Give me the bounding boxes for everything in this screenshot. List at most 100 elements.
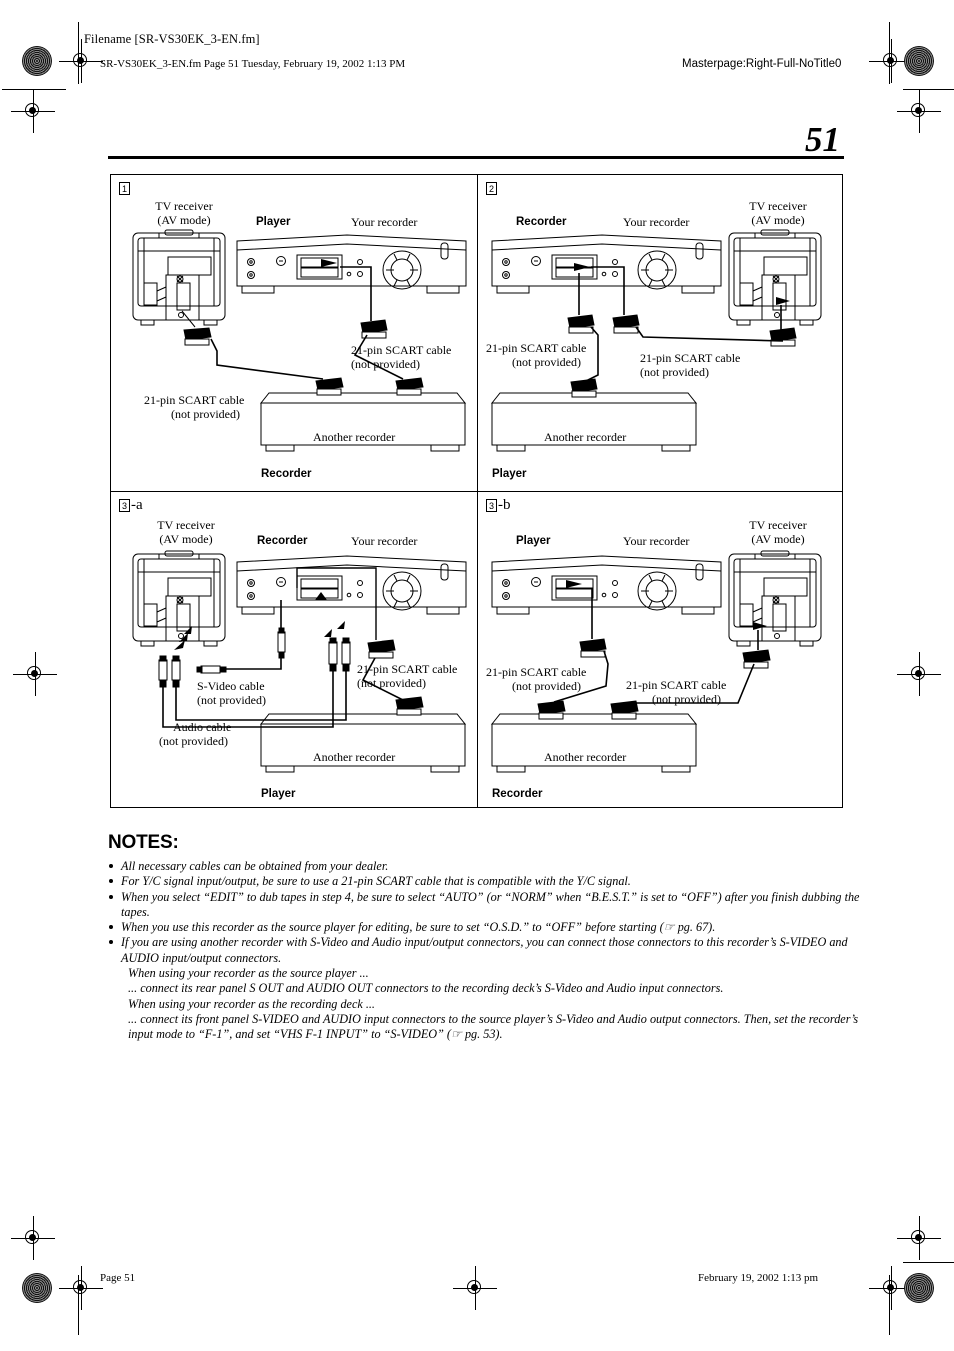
registration-mark-bottom-right — [869, 1266, 913, 1310]
panel-3b-cable-a-line1: 21-pin SCART cable — [486, 665, 587, 679]
panel-3b-cable-b-line2: (not provided) — [652, 692, 721, 706]
panel-1-cable-a-line1: 21-pin SCART cable — [144, 393, 245, 407]
panel-3a-cable-c-line2: (not provided) — [159, 734, 228, 748]
panel-1: 1 TV receiver (AV mode) Player Your reco… — [111, 175, 477, 491]
bullet-icon — [109, 879, 113, 884]
panel-1-cable-a-line2: (not provided) — [171, 407, 240, 421]
panel-1-cable-b-line2: (not provided) — [351, 357, 420, 371]
registration-mark-middle-left — [13, 652, 57, 696]
note-subtext: ... connect its rear panel S OUT and AUD… — [128, 981, 724, 996]
bullet-icon — [109, 894, 113, 899]
panel-2-cable-b-line2: (not provided) — [640, 365, 709, 379]
panel-3a-bottom-role-label: Player — [261, 788, 296, 800]
panel-3a: 3 -a TV receiver (AV mode) Recorder Your… — [111, 492, 477, 808]
vcr-front-panel-2 — [491, 234, 722, 294]
vcr-front-panel-3b — [491, 555, 722, 615]
tv-receiver-rear-3b — [728, 550, 822, 647]
tv-receiver-rear-2 — [728, 229, 822, 326]
notes-heading: NOTES: — [108, 832, 179, 853]
panel-2-artwork — [490, 229, 822, 452]
filename-label: Filename [SR-VS30EK_3-EN.fm] — [84, 32, 260, 46]
panel-2: 2 Recorder Your recorder TV receiver (AV… — [478, 175, 842, 491]
panel-3a-artwork — [132, 550, 467, 773]
crop-rule-bottom-right — [903, 1262, 954, 1263]
panel-2-cable-b-line1: 21-pin SCART cable — [640, 351, 741, 365]
note-item: If you are using another recorder with S… — [108, 935, 868, 1042]
rca-plug-3a-2 — [171, 655, 181, 688]
panel-3a-cable-b-line2: (not provided) — [357, 676, 426, 690]
panel-3b-artwork — [490, 550, 822, 773]
bullet-icon — [109, 925, 113, 930]
density-patch-bottom-right — [904, 1273, 934, 1303]
scart-plug-1b — [360, 319, 388, 339]
note-text: When you select “EDIT” to dub tapes in s… — [121, 889, 860, 919]
scart-plug-3b-d — [742, 649, 771, 669]
crop-rule-top-right — [903, 89, 954, 90]
panel-2-cable-a-line1: 21-pin SCART cable — [486, 341, 587, 355]
tv-receiver-rear-3a — [132, 550, 226, 647]
panel-1-another-recorder-label: Another recorder — [313, 430, 396, 444]
file-path-label: SR-VS30EK_3-EN.fm Page 51 Tuesday, Febru… — [100, 58, 406, 70]
panel-3b: 3 -b Player Your recorder TV receiver (A… — [478, 492, 842, 808]
note-text: If you are using another recorder with S… — [121, 935, 848, 965]
panel-2-bottom-role-label: Player — [492, 468, 527, 480]
density-patch-top-right — [904, 46, 934, 76]
note-item: All necessary cables can be obtained fro… — [108, 859, 868, 874]
note-subtext: When using your recorder as the source p… — [128, 966, 369, 981]
note-item: When you use this recorder as the source… — [108, 920, 868, 935]
note-text: All necessary cables can be obtained fro… — [121, 859, 389, 873]
scart-plug-2b — [612, 314, 640, 334]
scart-plug-2d — [769, 327, 797, 347]
note-text: For Y/C signal input/output, be sure to … — [121, 874, 631, 889]
svideo-plug-3a-left — [196, 665, 227, 674]
density-patch-bottom-left — [22, 1273, 52, 1303]
scart-plug-1d — [395, 377, 424, 396]
panel-3a-cable-a-line1: S-Video cable — [197, 679, 265, 693]
note-text: When you use this recorder as the source… — [121, 920, 716, 935]
panel-3a-cable-c-line1: Audio cable — [173, 720, 232, 734]
footer-date-label: February 19, 2002 1:13 pm — [698, 1272, 819, 1284]
crop-rule-top-left — [2, 89, 66, 90]
vcr-front-panel-3a — [236, 555, 467, 615]
scart-plug-2c — [570, 378, 598, 398]
page-number-underline — [108, 156, 844, 159]
bullet-icon — [109, 940, 113, 945]
registration-mark-bottom-left — [59, 1266, 103, 1310]
panel-1-artwork — [132, 229, 467, 452]
registration-mark-top-left — [59, 39, 103, 83]
panel-2-cable-a-line2: (not provided) — [512, 355, 581, 369]
scart-plug-2a — [567, 314, 595, 334]
scart-plug-3b-b — [537, 700, 566, 720]
panel-3a-cable-a-line2: (not provided) — [197, 693, 266, 707]
panel-3b-cable-a-line2: (not provided) — [512, 679, 581, 693]
registration-mark-middle-right — [897, 652, 941, 696]
registration-mark-upper-right — [897, 89, 941, 133]
note-item: For Y/C signal input/output, be sure to … — [108, 874, 868, 889]
scart-plug-3b-c — [610, 700, 639, 720]
note-subtext: ... connect its front panel S-VIDEO and … — [128, 1011, 859, 1042]
notes-section: NOTES: All necessary cables can be obtai… — [108, 832, 868, 1043]
scart-plug-1a — [183, 327, 212, 346]
panel-1-cable-b-line1: 21-pin SCART cable — [351, 343, 452, 357]
panel-3a-another-recorder-label: Another recorder — [313, 750, 396, 764]
scart-plug-1c — [315, 377, 344, 396]
masterpage-label: Masterpage:Right-Full-NoTitle0 — [682, 58, 842, 70]
registration-mark-lower-right — [897, 1216, 941, 1260]
rca-plug-3a-3 — [328, 637, 338, 672]
panel-2-another-recorder-label: Another recorder — [544, 430, 627, 444]
rca-plug-3a-4 — [341, 637, 351, 672]
panel-3a-cable-b-line1: 21-pin SCART cable — [357, 662, 458, 676]
footer-page-label: Page 51 — [100, 1272, 136, 1284]
note-item: When you select “EDIT” to dub tapes in s… — [108, 890, 868, 921]
vcr-front-panel-1 — [236, 234, 467, 294]
connection-diagram-figure: 1 TV receiver (AV mode) Player Your reco… — [110, 174, 843, 808]
tv-receiver-rear-1 — [132, 229, 226, 326]
registration-mark-top-right — [869, 39, 913, 83]
scart-plug-3a-top — [367, 639, 396, 659]
bullet-icon — [109, 864, 113, 868]
registration-mark-lower-left — [11, 1216, 55, 1260]
note-subtext: When using your recorder as the recordin… — [128, 996, 375, 1011]
panel-3b-another-recorder-label: Another recorder — [544, 750, 627, 764]
scart-plug-3a-bottom — [395, 696, 424, 716]
scart-plug-3b-a — [579, 638, 607, 658]
